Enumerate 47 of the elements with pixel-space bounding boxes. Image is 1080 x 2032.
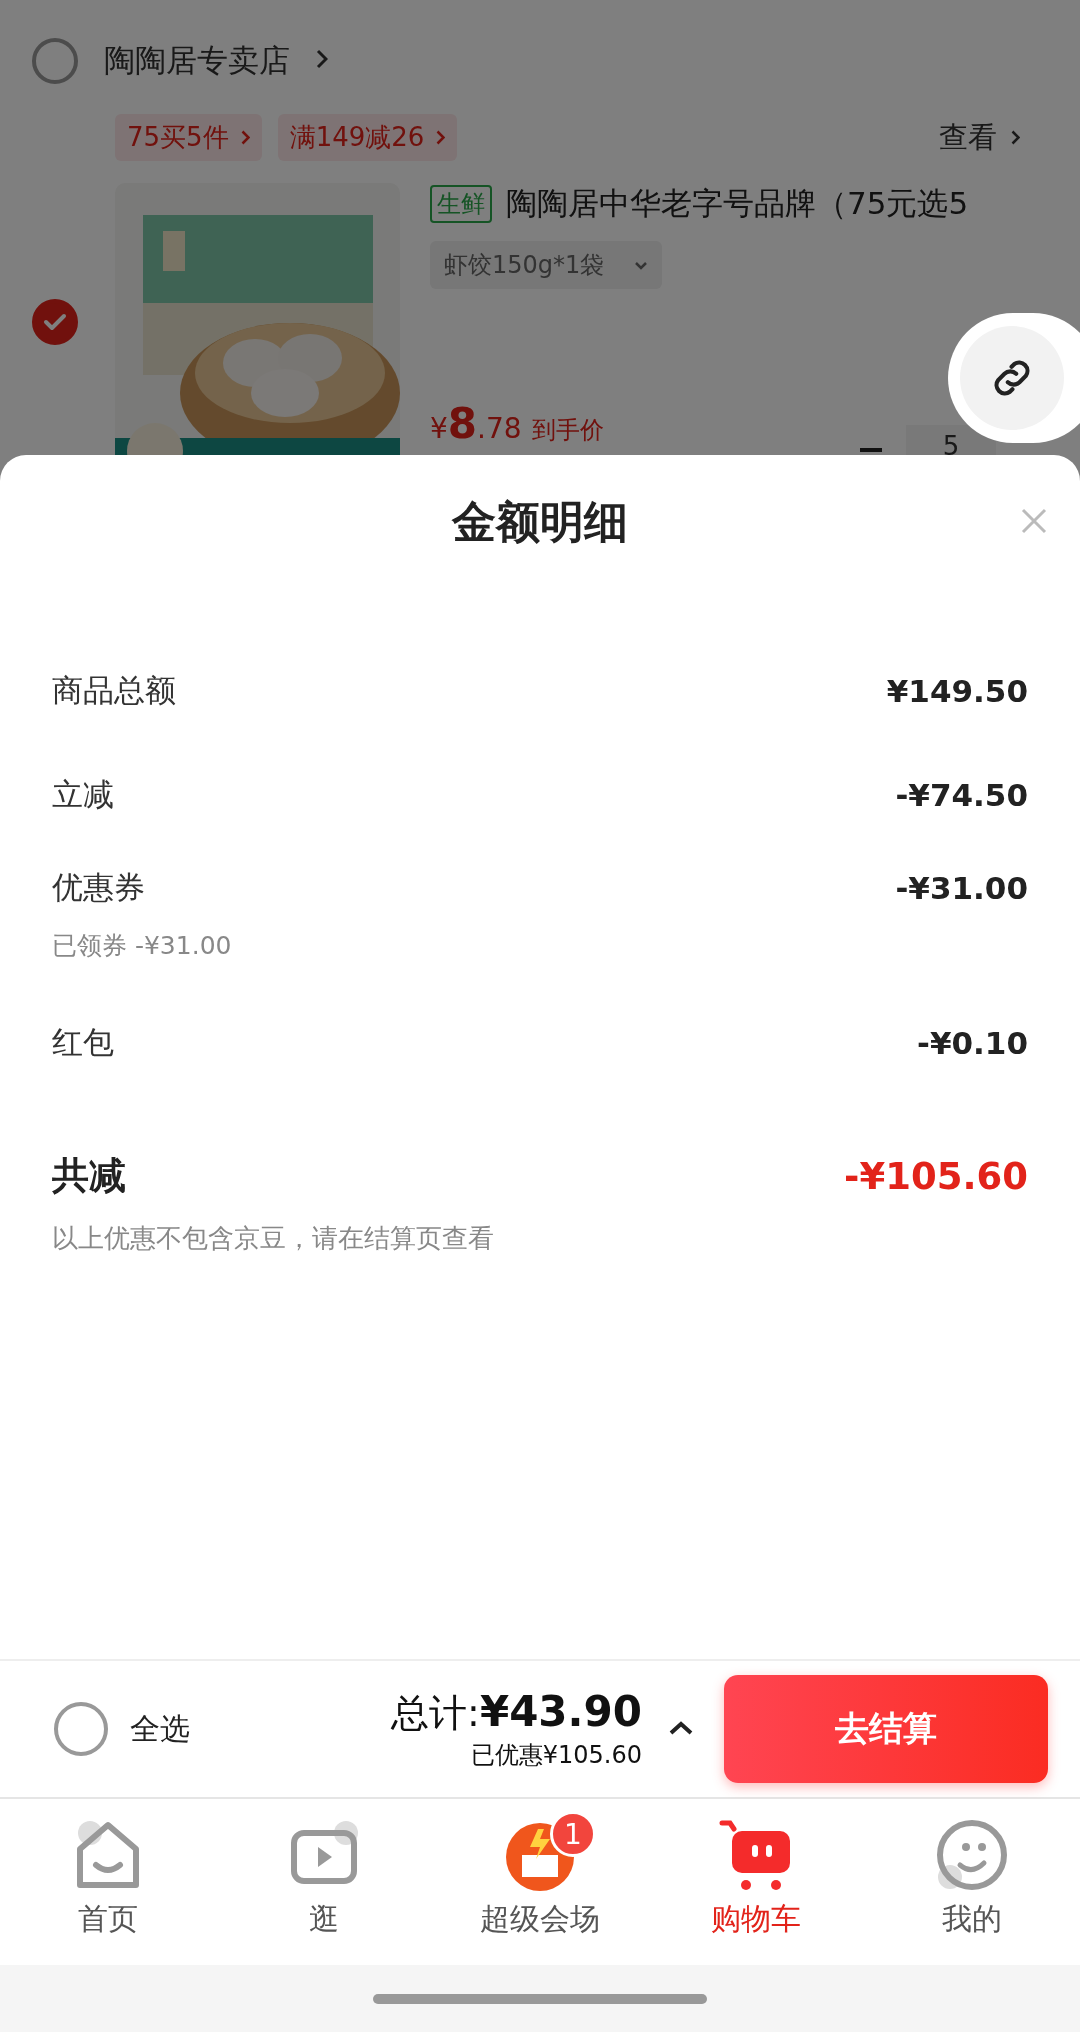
amount-value: -¥74.50: [895, 777, 1028, 813]
chevron-down-icon: [634, 260, 649, 270]
total-price: ¥43.90: [479, 1687, 642, 1736]
tab[interactable]: 逛: [216, 1799, 432, 1965]
amount-value: ¥149.50: [886, 673, 1028, 709]
checkbox[interactable]: [54, 1702, 108, 1756]
sheet-title: 金额明细: [452, 495, 628, 549]
checked-checkbox[interactable]: [32, 299, 78, 345]
tab-label: 购物车: [711, 1900, 801, 1938]
store-name[interactable]: 陶陶居专卖店: [104, 40, 290, 82]
tab[interactable]: 我的: [864, 1799, 1080, 1965]
home-indicator[interactable]: [373, 1993, 707, 2004]
amount-label: 立减: [52, 775, 114, 814]
checkout-button[interactable]: 去结算: [724, 1675, 1048, 1783]
amount-label: 优惠券: [52, 868, 145, 907]
select-all-label[interactable]: 全选: [130, 1708, 190, 1750]
quantity-field[interactable]: 5: [906, 425, 996, 455]
amount-label: 红包: [52, 1023, 114, 1062]
amount-value: -¥31.00: [895, 870, 1028, 906]
amount-label: 商品总额: [52, 671, 176, 710]
category-tag: 生鲜: [430, 185, 492, 223]
tab[interactable]: 超级会场 1: [432, 1799, 648, 1965]
total-discount-value: -¥105.60: [844, 1154, 1028, 1198]
total-discount-label: 共减: [52, 1153, 126, 1199]
chevron-icon: [240, 130, 250, 145]
count-badge: 1: [550, 1811, 596, 1857]
variant-selector[interactable]: 虾饺150g*1袋: [430, 241, 663, 289]
price-note: 到手价: [531, 415, 604, 446]
coupon-note: 已领券 -¥31.00: [52, 931, 232, 960]
product-title[interactable]: 陶陶居中华老字号品牌（75元选5: [506, 183, 969, 225]
footnote: 以上优惠不包含京豆，请在结算页查看: [52, 1223, 494, 1253]
total-label: 总计:: [391, 1690, 480, 1737]
checkbox[interactable]: [32, 38, 78, 84]
chevron-icon: [436, 130, 446, 145]
amount-value: -¥0.10: [917, 1025, 1028, 1061]
saved-amount: 已优惠¥105.60: [470, 1741, 642, 1769]
tab-label: 我的: [942, 1900, 1002, 1938]
tab[interactable]: 首页: [0, 1799, 216, 1965]
check-icon: [43, 313, 67, 331]
tab-label: 超级会场: [480, 1900, 600, 1938]
tab-label: 首页: [78, 1900, 138, 1938]
variant-label: 虾饺150g*1袋: [444, 250, 605, 281]
tab[interactable]: 购物车: [648, 1799, 864, 1965]
tab-label: 逛: [309, 1900, 339, 1938]
view-link[interactable]: 查看: [939, 117, 997, 158]
chevron-icon: [1011, 130, 1020, 145]
price: ¥8.78: [430, 399, 522, 448]
